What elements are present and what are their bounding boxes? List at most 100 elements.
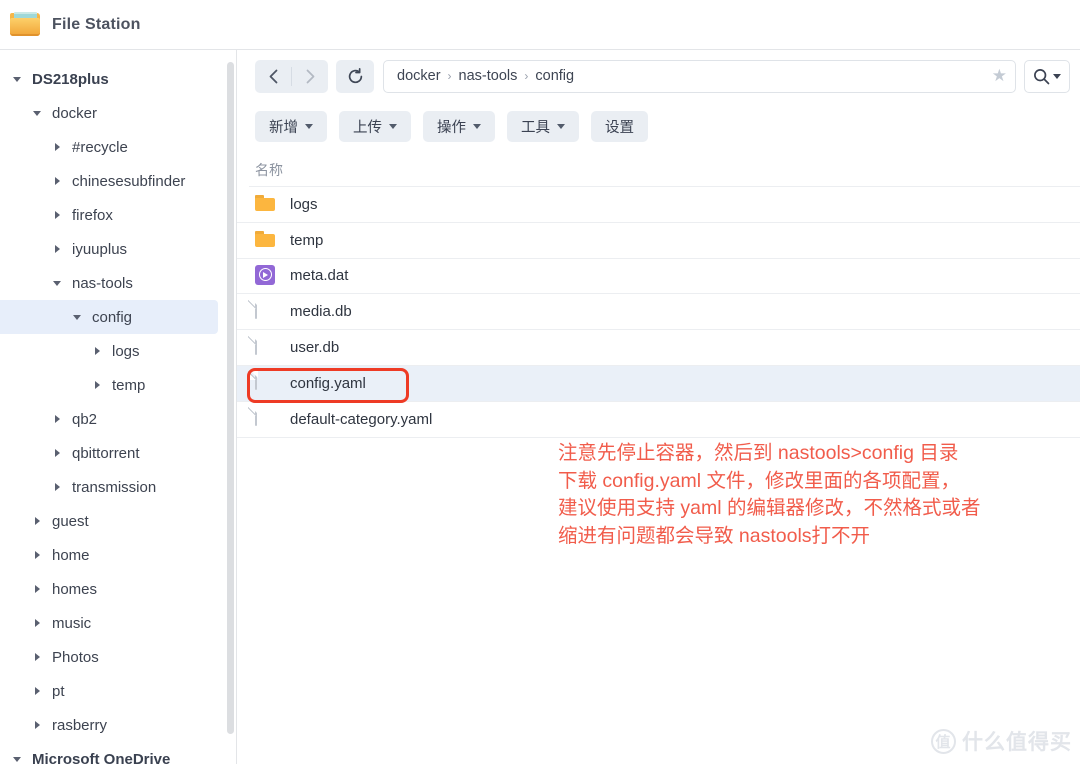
media-icon	[255, 264, 277, 287]
file-row[interactable]: temp	[237, 223, 1080, 259]
annotation-text: 注意先停止容器，然后到 nastools>config 目录 下载 config…	[558, 442, 981, 547]
caret-right-icon[interactable]	[49, 177, 65, 185]
file-row[interactable]: config.yaml	[237, 365, 1080, 402]
sidebar-item-label: homes	[52, 580, 98, 598]
file-name: temp	[290, 231, 324, 249]
sidebar-item-qb2[interactable]: qb2	[0, 402, 218, 436]
caret-down-icon[interactable]	[49, 281, 65, 286]
file-row[interactable]: user.db	[237, 330, 1080, 366]
file-row[interactable]: default-category.yaml	[237, 402, 1080, 438]
back-button[interactable]	[255, 60, 291, 93]
sidebar-item-homes[interactable]: homes	[0, 572, 218, 606]
caret-down-icon[interactable]	[69, 315, 85, 320]
sidebar-item-temp[interactable]: temp	[0, 368, 218, 402]
breadcrumb-item-config[interactable]: config	[535, 68, 574, 84]
sidebar: DS218plus docker #recycle chinesesubfinder f…	[0, 50, 236, 764]
refresh-button[interactable]	[336, 59, 374, 93]
caret-right-icon[interactable]	[29, 619, 45, 627]
file-row[interactable]: meta.dat	[237, 259, 1080, 295]
toolbar-button-4[interactable]: 工具	[507, 110, 579, 142]
watermark-text: 什么值得买	[962, 731, 1072, 754]
toolbar-button-2[interactable]: 上传	[339, 110, 411, 142]
caret-right-icon[interactable]	[29, 721, 45, 729]
chevron-right-icon	[306, 69, 314, 83]
sidebar-item-label: rasberry	[52, 716, 108, 734]
sidebar-item-docker[interactable]: docker	[0, 96, 218, 130]
sidebar-item-label: iyuuplus	[72, 240, 128, 258]
star-icon[interactable]: ★	[992, 66, 1007, 86]
breadcrumb: docker › nas-tools › config	[397, 68, 992, 84]
sidebar-item-rasberry[interactable]: rasberry	[0, 708, 218, 742]
sidebar-item-photos[interactable]: Photos	[0, 640, 218, 674]
chevron-down-icon	[473, 123, 481, 129]
sidebar-item-transmission[interactable]: transmission	[0, 470, 218, 504]
list-column-header[interactable]: 名称	[237, 153, 1080, 186]
breadcrumb-separator: ›	[447, 69, 452, 83]
path-bar[interactable]: docker › nas-tools › config ★	[383, 59, 1016, 93]
sidebar-item-chinesesubfinder[interactable]: chinesesubfinder	[0, 164, 218, 198]
sidebar-item-microsoft-onedrive[interactable]: Microsoft OneDrive	[0, 742, 218, 764]
sidebar-item-label: docker	[52, 104, 98, 122]
file-row[interactable]: logs	[237, 187, 1080, 223]
caret-right-icon[interactable]	[29, 653, 45, 661]
folder-tree: DS218plus docker #recycle chinesesubfinder f…	[0, 50, 236, 764]
sidebar-item-qbittorrent[interactable]: qbittorrent	[0, 436, 218, 470]
sidebar-item-label: pt	[52, 682, 65, 700]
sidebar-item-iyuuplus[interactable]: iyuuplus	[0, 232, 218, 266]
caret-right-icon[interactable]	[29, 585, 45, 593]
caret-right-icon[interactable]	[89, 347, 105, 355]
refresh-icon	[348, 67, 362, 83]
sidebar-item-recycle[interactable]: #recycle	[0, 130, 218, 164]
caret-down-icon[interactable]	[29, 111, 45, 116]
sidebar-item-guest[interactable]: guest	[0, 504, 218, 538]
toolbar-button-3[interactable]: 操作	[423, 110, 495, 142]
column-header-name: 名称	[255, 161, 283, 178]
nav-button-group	[255, 59, 328, 93]
caret-down-icon[interactable]	[9, 77, 25, 82]
sidebar-item-music[interactable]: music	[0, 606, 218, 640]
chevron-down-icon	[389, 123, 397, 129]
forward-button[interactable]	[292, 60, 328, 93]
navigation-bar: docker › nas-tools › config ★	[237, 50, 1080, 102]
sidebar-item-label: #recycle	[72, 138, 128, 156]
sidebar-item-label: Microsoft OneDrive	[32, 750, 171, 764]
file-name: default-category.yaml	[290, 410, 433, 428]
search-button[interactable]	[1024, 59, 1070, 93]
watermark: 值 什么值得买	[931, 726, 1072, 756]
toolbar-button-label: 新增	[269, 119, 298, 136]
toolbar-button-5[interactable]: 设置	[591, 110, 648, 142]
sidebar-item-nas-tools[interactable]: nas-tools	[0, 266, 218, 300]
caret-right-icon[interactable]	[49, 143, 65, 151]
breadcrumb-item-nas-tools[interactable]: nas-tools	[459, 68, 518, 84]
caret-right-icon[interactable]	[49, 245, 65, 253]
sidebar-item-label: config	[92, 308, 133, 326]
sidebar-scrollbar[interactable]	[227, 62, 234, 734]
caret-right-icon[interactable]	[49, 211, 65, 219]
sidebar-item-config[interactable]: config	[0, 300, 218, 334]
sidebar-item-logs[interactable]: logs	[0, 334, 218, 368]
file-row[interactable]: media.db	[237, 294, 1080, 331]
sidebar-item-firefox[interactable]: firefox	[0, 198, 218, 232]
document-icon	[255, 371, 277, 394]
file-name: logs	[290, 195, 318, 213]
breadcrumb-item-docker[interactable]: docker	[397, 68, 441, 84]
sidebar-item-label: home	[52, 546, 90, 564]
caret-right-icon[interactable]	[29, 517, 45, 525]
file-name: media.db	[290, 303, 352, 321]
folder-icon	[255, 193, 277, 215]
chevron-down-icon	[557, 123, 565, 129]
toolbar-button-1[interactable]: 新增	[255, 110, 327, 142]
caret-right-icon[interactable]	[29, 687, 45, 695]
folder-icon	[255, 229, 277, 251]
sidebar-item-home[interactable]: home	[0, 538, 218, 572]
title-bar: File Station	[0, 0, 1080, 49]
sidebar-item-ds218plus[interactable]: DS218plus	[0, 62, 218, 96]
caret-right-icon[interactable]	[29, 551, 45, 559]
sidebar-item-label: Photos	[52, 648, 99, 666]
caret-right-icon[interactable]	[49, 483, 65, 491]
caret-down-icon[interactable]	[9, 757, 25, 762]
caret-right-icon[interactable]	[49, 415, 65, 423]
caret-right-icon[interactable]	[49, 449, 65, 457]
sidebar-item-pt[interactable]: pt	[0, 674, 218, 708]
caret-right-icon[interactable]	[89, 381, 105, 389]
